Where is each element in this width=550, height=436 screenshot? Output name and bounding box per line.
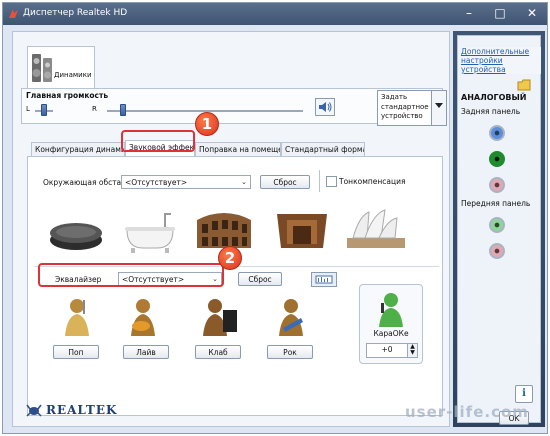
realtek-crab-icon — [26, 404, 42, 417]
preset-pop-button[interactable]: Поп — [53, 345, 99, 359]
environment-hall[interactable] — [269, 200, 335, 258]
set-default-device-button[interactable]: Задать стандартное устройство — [377, 90, 447, 126]
bathtub-icon — [125, 213, 175, 253]
maximize-button[interactable]: □ — [492, 6, 508, 21]
live-character-icon — [123, 296, 163, 338]
title-bar: Диспетчер Realtek HD – □ ✕ — [3, 3, 547, 25]
tab-room-correction[interactable]: Поправка на помещение — [195, 142, 281, 156]
dropdown-arrow-icon — [435, 103, 443, 108]
preset-live-button[interactable]: Лайв — [123, 345, 169, 359]
hall-icon — [277, 214, 327, 248]
balance-left-label: L — [26, 105, 30, 113]
tab-label: Стандартный формат — [285, 145, 365, 154]
preset-label: Клаб — [208, 348, 228, 357]
preset-label: Лайв — [136, 348, 156, 357]
equalizer-icon — [315, 275, 333, 284]
side-panel: Дополнительные настройки устройства АНАЛ… — [453, 31, 545, 427]
karaoke-value: +0 — [381, 345, 393, 354]
karaoke-panel: КараОКе +0 ▲ ▼ — [359, 284, 423, 364]
reset-label: Сброс — [248, 275, 272, 284]
realtek-logo: REALTEK — [46, 403, 118, 417]
volume-slider[interactable] — [119, 104, 126, 116]
front-jack-green[interactable] — [489, 217, 505, 233]
environment-reset-button[interactable]: Сброс — [260, 175, 310, 189]
advanced-settings-link[interactable]: Дополнительные настройки устройства — [461, 47, 541, 74]
preset-rock-button[interactable]: Рок — [267, 345, 313, 359]
mute-button[interactable] — [315, 98, 335, 116]
close-button[interactable]: ✕ — [524, 6, 540, 21]
rear-jack-pink[interactable] — [489, 177, 505, 193]
folder-icon[interactable] — [517, 79, 531, 91]
club-character-icon — [199, 296, 239, 338]
step-badge-1: 1 — [195, 112, 219, 136]
rear-jack-blue[interactable] — [489, 125, 505, 141]
tab-default-format[interactable]: Стандартный формат — [281, 142, 365, 156]
environment-bathroom[interactable] — [117, 200, 183, 258]
analog-heading: АНАЛОГОВЫЙ — [461, 93, 527, 102]
tab-label: Конфигурация динамиков — [35, 145, 125, 154]
opera-house-icon — [347, 209, 405, 248]
default-device-dropdown-button[interactable] — [431, 91, 446, 125]
window-title: Диспетчер Realtek HD — [23, 8, 128, 18]
environment-label: Окружающая обста... — [43, 178, 129, 187]
rear-panel-label: Задняя панель — [461, 107, 521, 116]
front-jack-pink[interactable] — [489, 243, 505, 259]
karaoke-singer-icon — [379, 293, 403, 327]
device-tab-speakers[interactable]: Динамики — [27, 46, 95, 89]
info-icon: i — [522, 388, 526, 399]
speaker-icon — [32, 54, 52, 82]
volume-title: Главная громкость — [26, 91, 109, 100]
divider — [319, 170, 320, 192]
preset-label: Поп — [68, 348, 84, 357]
set-default-device-label: Задать стандартное устройство — [381, 93, 429, 120]
graphic-equalizer-button[interactable] — [311, 272, 337, 287]
tab-speaker-config[interactable]: Конфигурация динамиков — [31, 142, 125, 156]
realtek-app-icon — [9, 9, 18, 18]
tab-label: Поправка на помещение — [199, 145, 280, 154]
speaker-volume-icon — [319, 102, 332, 112]
equalizer-reset-button[interactable]: Сброс — [238, 272, 282, 286]
balance-slider[interactable] — [41, 104, 47, 116]
minimize-button[interactable]: – — [461, 6, 477, 21]
watermark: user-life.com — [405, 403, 529, 421]
front-panel-label: Передняя панель — [461, 199, 531, 208]
environment-opera[interactable] — [343, 200, 409, 258]
environment-value: <Отсутствует> — [125, 178, 188, 187]
rear-jack-green[interactable] — [489, 151, 505, 167]
info-button[interactable]: i — [515, 385, 533, 403]
karaoke-value-field[interactable]: +0 — [366, 343, 408, 358]
reset-label: Сброс — [273, 178, 297, 187]
pop-character-icon — [57, 296, 97, 338]
app-window: Диспетчер Realtek HD – □ ✕ Динамики Глав… — [2, 2, 548, 434]
tone-compensation-label: Тонкомпенсация — [339, 177, 406, 186]
device-tab-label: Динамики — [54, 71, 92, 79]
stone-disc-icon — [50, 223, 102, 250]
highlight-equalizer — [38, 263, 224, 287]
tone-compensation-checkbox[interactable] — [326, 176, 337, 187]
preset-club-button[interactable]: Клаб — [195, 345, 241, 359]
step-badge-2: 2 — [218, 246, 242, 270]
main-panel: Динамики Главная громкость L R Задать ст… — [12, 31, 450, 427]
chevron-down-icon: ⌄ — [241, 178, 247, 186]
environment-dropdown[interactable]: <Отсутствует> ⌄ — [121, 175, 251, 189]
karaoke-label: КараОКе — [373, 329, 409, 338]
rock-character-icon — [271, 296, 311, 338]
environment-stone[interactable] — [43, 200, 109, 258]
preset-label: Рок — [283, 348, 297, 357]
balance-right-label: R — [92, 105, 97, 113]
highlight-sound-effect-tab — [121, 130, 195, 152]
karaoke-stepper[interactable]: ▲ ▼ — [407, 343, 418, 358]
